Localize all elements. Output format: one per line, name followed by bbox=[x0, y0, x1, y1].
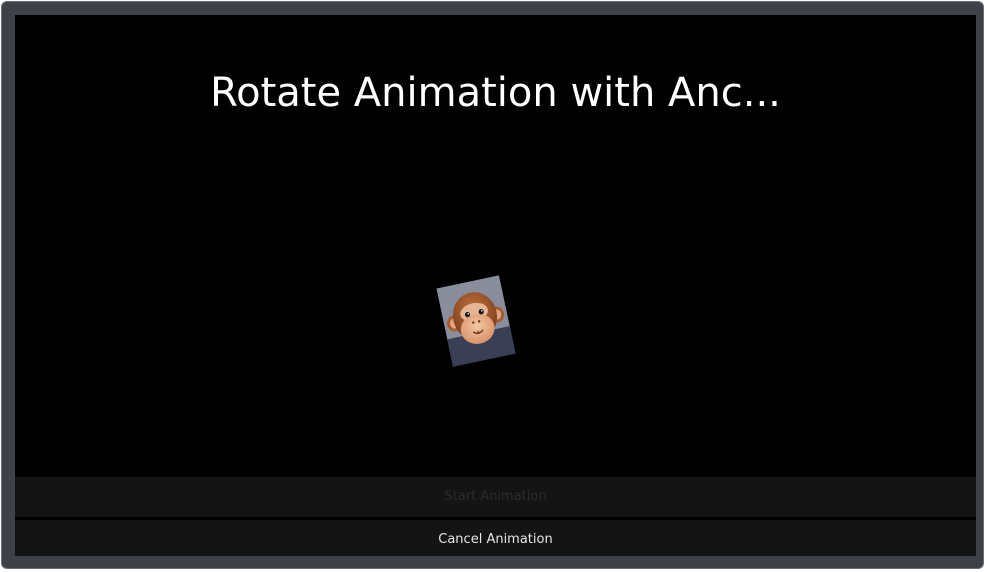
start-animation-button[interactable]: Start Animation bbox=[15, 477, 976, 517]
cancel-animation-button[interactable]: Cancel Animation bbox=[15, 520, 976, 556]
monkey-photo-icon bbox=[436, 275, 516, 367]
app-canvas: Rotate Animation with Anc... Start Anima… bbox=[15, 15, 976, 556]
app-window-frame: Rotate Animation with Anc... Start Anima… bbox=[1, 1, 984, 569]
monkey-image bbox=[436, 275, 516, 367]
page-title: Rotate Animation with Anc... bbox=[210, 70, 781, 116]
